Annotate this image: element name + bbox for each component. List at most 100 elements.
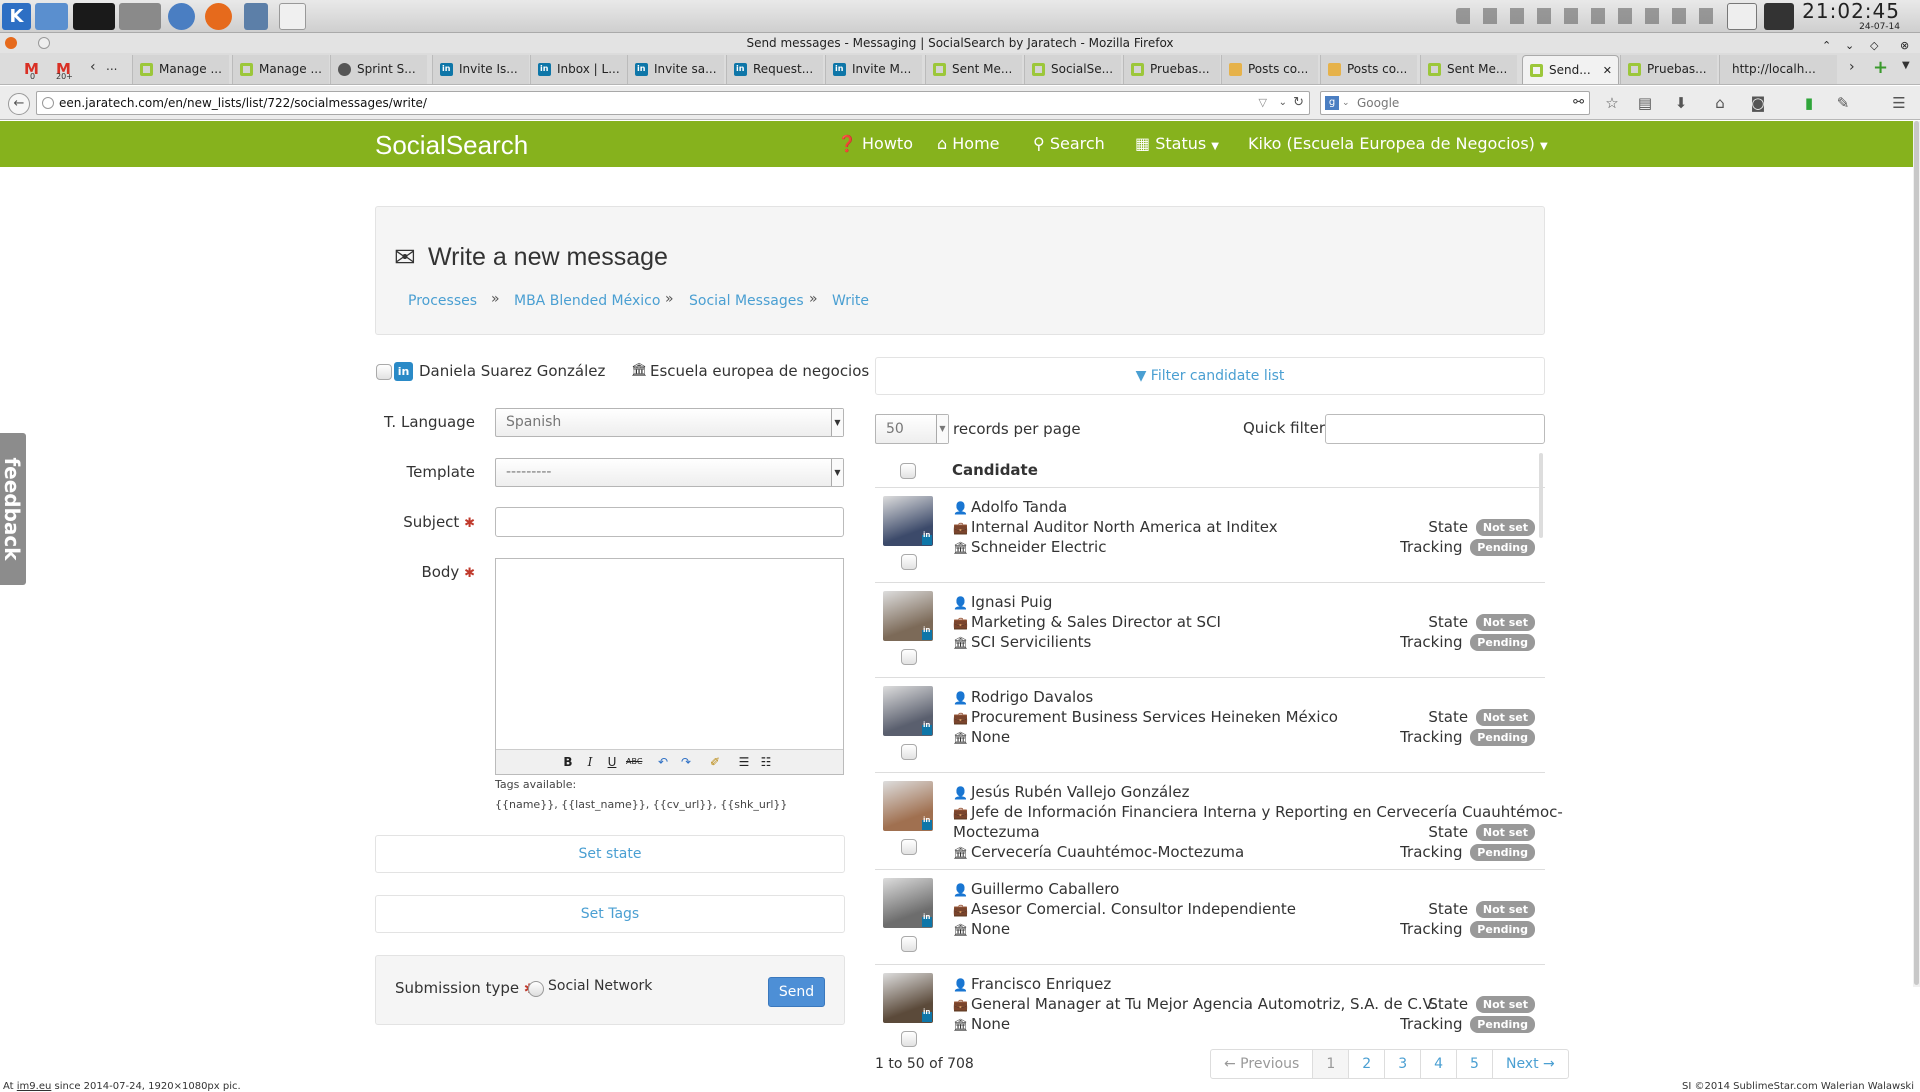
window-menu-icon[interactable] [38, 37, 50, 49]
sender-checkbox[interactable] [376, 364, 392, 380]
browser-tab[interactable]: Sent Me... [925, 55, 1022, 84]
subject-input[interactable] [495, 507, 844, 537]
body-editor[interactable]: B I U ABC ↶ ↷ ✐ ☰ ☷ [495, 558, 844, 775]
filter-candidate-button[interactable]: ▼ Filter candidate list [875, 357, 1545, 395]
browser-tab[interactable]: Posts co... [1320, 55, 1417, 84]
browser-tab[interactable]: Invite M... [825, 55, 922, 84]
tracking-badge[interactable]: Pending [1470, 634, 1535, 651]
browser-tab[interactable]: Posts co... [1221, 55, 1318, 84]
browser-tab[interactable]: Pruebas... [1123, 55, 1220, 84]
downloads-icon[interactable]: ⬇ [1672, 94, 1690, 112]
candidate-avatar[interactable] [883, 496, 933, 546]
strikethrough-icon[interactable]: ABC [626, 754, 642, 770]
footer-link[interactable]: im9.eu [17, 1081, 52, 1092]
candidate-checkbox[interactable] [901, 649, 917, 665]
candidate-avatar[interactable] [883, 781, 933, 831]
new-tab-icon[interactable]: + [1873, 57, 1888, 78]
tracking-badge[interactable]: Pending [1470, 1016, 1535, 1033]
pager-desktop-2[interactable] [119, 3, 161, 30]
social-network-radio[interactable] [528, 981, 544, 997]
addon-green-icon[interactable]: ▮ [1800, 94, 1818, 112]
search-engine-dropdown-icon[interactable]: ⌄ [1342, 92, 1350, 114]
candidate-name[interactable]: 👤 Rodrigo Davalos [953, 688, 1093, 706]
set-state-button[interactable]: Set state [375, 835, 845, 873]
candidate-name[interactable]: 👤 Ignasi Puig [953, 593, 1052, 611]
nav-status[interactable]: ▦ Status ▼ [1135, 134, 1219, 153]
pocket-icon[interactable]: ▽ [1259, 92, 1267, 114]
pagination-previous[interactable]: ← Previous [1211, 1050, 1312, 1078]
kde-menu-icon[interactable]: K [2, 3, 31, 30]
browser-tab[interactable]: Manage ... [232, 55, 329, 84]
brand-logo[interactable]: SocialSearch [375, 130, 528, 161]
candidate-avatar[interactable] [883, 686, 933, 736]
tracking-badge[interactable]: Pending [1470, 921, 1535, 938]
state-badge[interactable]: Not set [1475, 614, 1535, 631]
url-dropdown-icon[interactable]: ⌄ [1279, 92, 1287, 114]
browser-tab[interactable]: Invite Is... [432, 55, 529, 84]
pagination-page[interactable]: 4 [1420, 1050, 1456, 1078]
tab-scroll-left-icon[interactable]: ‹ [90, 59, 96, 75]
candidate-name[interactable]: 👤 Francisco Enriquez [953, 975, 1111, 993]
send-button[interactable]: Send [768, 977, 825, 1007]
menu-icon[interactable]: ☰ [1890, 94, 1908, 112]
back-icon[interactable]: ← [8, 93, 30, 115]
monitor-icon[interactable] [1764, 3, 1794, 30]
url-bar[interactable]: een.jaratech.com/en/new_lists/list/722/s… [36, 91, 1310, 115]
chrome-icon[interactable] [168, 3, 195, 30]
candidate-column-header[interactable]: Candidate [952, 461, 1038, 479]
pagination-page[interactable]: 2 [1348, 1050, 1384, 1078]
breadcrumb-social-messages[interactable]: Social Messages [689, 293, 804, 309]
search-bar[interactable]: g ⌄ Google ⚯ [1320, 91, 1590, 115]
select-all-checkbox[interactable] [900, 463, 916, 479]
candidate-name[interactable]: 👤 Adolfo Tanda [953, 498, 1067, 516]
quick-filter-input[interactable] [1325, 414, 1545, 444]
pager-desktop-1[interactable] [73, 3, 115, 30]
bold-icon[interactable]: B [560, 754, 576, 770]
tray-icons[interactable] [1456, 8, 1716, 24]
tab-scroll-right-icon[interactable]: › [1849, 59, 1855, 75]
binoculars-icon[interactable]: ⚯ [1573, 92, 1584, 114]
clear-format-icon[interactable]: ✐ [707, 754, 723, 770]
page-scrollbar[interactable] [1913, 121, 1920, 987]
candidate-name[interactable]: 👤 Guillermo Caballero [953, 880, 1119, 898]
candidate-checkbox[interactable] [901, 744, 917, 760]
browser-tab[interactable]: Sprint S... [330, 55, 427, 84]
pagination-page[interactable]: 3 [1384, 1050, 1420, 1078]
browser-tab[interactable]: Invite sa... [627, 55, 724, 84]
browser-tab[interactable]: http://localh... [1719, 55, 1837, 84]
language-select[interactable]: Spanish ▼ [495, 408, 844, 437]
calculator-icon[interactable] [244, 3, 268, 30]
candidate-avatar[interactable] [883, 878, 933, 928]
breadcrumb-write[interactable]: Write [832, 293, 869, 309]
bullet-list-icon[interactable]: ☰ [736, 754, 752, 770]
breadcrumb-list[interactable]: MBA Blended México [514, 293, 660, 309]
feedback-tab[interactable]: feedback [0, 433, 26, 585]
tab-list-icon[interactable]: ▼ [1902, 60, 1910, 71]
desktop-icon[interactable] [35, 3, 68, 30]
close-tab-icon[interactable]: ✕ [1603, 56, 1612, 84]
bookmark-star-icon[interactable]: ☆ [1603, 94, 1621, 112]
records-per-page-select[interactable]: 50 ▼ [875, 414, 949, 444]
site-identity-icon[interactable] [42, 97, 54, 109]
browser-tab[interactable]: Pruebas... [1620, 55, 1717, 84]
state-badge[interactable]: Not set [1475, 709, 1535, 726]
browser-tab[interactable]: Request... [726, 55, 823, 84]
candidate-checkbox[interactable] [901, 936, 917, 952]
browser-tab[interactable]: Sent Me... [1420, 55, 1517, 84]
scrollbar-thumb[interactable] [1914, 121, 1919, 985]
nav-search[interactable]: ⚲ Search [1033, 134, 1105, 153]
pocket-toolbar-icon[interactable]: ◙ [1749, 94, 1767, 112]
search-engine-icon[interactable]: g [1325, 96, 1339, 110]
state-badge[interactable]: Not set [1475, 824, 1535, 841]
numbered-list-icon[interactable]: ☷ [758, 754, 774, 770]
browser-tab[interactable]: Send... ✕ [1522, 55, 1619, 84]
addon-icon[interactable]: ✎ [1834, 94, 1852, 112]
reading-list-icon[interactable]: ▤ [1636, 94, 1654, 112]
italic-icon[interactable]: I [582, 754, 598, 770]
tracking-badge[interactable]: Pending [1470, 844, 1535, 861]
candidate-checkbox[interactable] [901, 1031, 917, 1047]
candidate-checkbox[interactable] [901, 839, 917, 855]
browser-tab[interactable]: Inbox | L... [530, 55, 627, 84]
underline-icon[interactable]: U [604, 754, 620, 770]
nav-user[interactable]: Kiko (Escuela Europea de Negocios) ▼ [1248, 134, 1548, 153]
